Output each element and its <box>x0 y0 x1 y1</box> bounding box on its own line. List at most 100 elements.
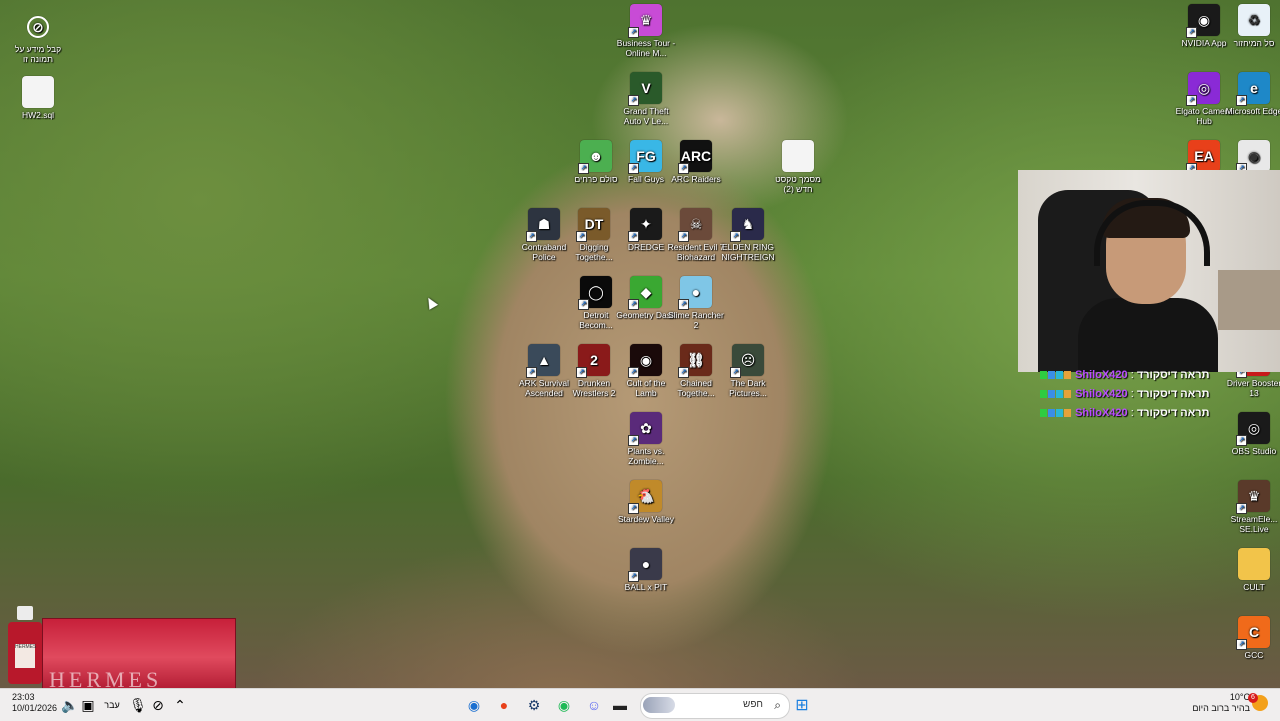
notifications-off-icon[interactable]: ⊘ <box>148 695 168 715</box>
chat-line: ShiloX420 : תראה דיסקורד <box>1040 386 1240 402</box>
text-file-icon <box>782 140 814 172</box>
desktop-icon-label: ELDEN RING NIGHTREIGN <box>721 242 775 262</box>
business-tour-icon: ♛ ↗ <box>628 4 662 38</box>
chat-badge-icon <box>1040 390 1047 399</box>
desktop-icon-label: Business Tour - Online M... <box>616 38 676 58</box>
promo-ad[interactable]: HERMES HERMES <box>0 606 236 692</box>
weather-widget[interactable]: 10°C בהיר ברוב היום <box>1190 692 1250 714</box>
digging-together-icon: DT ↗ <box>576 208 610 242</box>
chat-separator: : <box>1127 369 1137 381</box>
speaker-icon[interactable]: 🔈 <box>60 695 80 715</box>
desktop-icon-arc-raiders[interactable]: ARC ↗ ARC Raiders <box>666 140 726 184</box>
desktop-icon-label: The Dark Pictures... <box>729 378 767 398</box>
promo-card[interactable]: HERMES <box>42 618 236 692</box>
shortcut-arrow-icon: ↗ <box>1236 503 1247 514</box>
desktop-icon-dark-pictures[interactable]: ☹ ↗ The Dark Pictures... <box>718 344 778 398</box>
microphone-icon[interactable]: 🎙 <box>128 695 148 715</box>
shortcut-arrow-icon: ↗ <box>1236 639 1247 650</box>
edge-icon: e ↗ <box>1236 72 1270 106</box>
desktop-icon-slime-rancher-2[interactable]: ● ↗ Slime Rancher 2 <box>666 276 726 330</box>
desktop-icon-elden-ring[interactable]: ♞ ↗ ELDEN RING NIGHTREIGN <box>718 208 778 262</box>
taskbar-app-discord-icon[interactable]: ☺ <box>584 695 604 715</box>
info-compass-icon: ⊘ <box>27 16 49 38</box>
taskbar-app-spotify-icon[interactable]: ◉ <box>554 695 574 715</box>
desktop-icon-label: מסמך טקסט חדש (2) <box>775 174 821 194</box>
desktop-icon-ball-x-pit[interactable]: ● ↗ BALL x PIT <box>616 548 676 592</box>
shortcut-arrow-icon: ↗ <box>576 231 587 242</box>
chat-separator: : <box>1127 407 1137 419</box>
clock-time: 23:03 <box>12 692 35 702</box>
taskbar-clock[interactable]: 23:03 10/01/2026 <box>12 692 57 714</box>
desktop-icon-chained-together[interactable]: ⛓ ↗ Chained Togethe... <box>666 344 726 398</box>
desktop-icon-label: BALL x PIT <box>624 582 668 592</box>
perfume-bottle-image: HERMES <box>6 606 44 688</box>
shortcut-arrow-icon: ↗ <box>526 367 537 378</box>
chat-badge-icon <box>1056 409 1063 418</box>
fall-guys-icon: FG ↗ <box>628 140 662 174</box>
shortcut-arrow-icon: ↗ <box>678 231 689 242</box>
chat-badge-icon <box>1048 371 1055 380</box>
language-indicator[interactable]: עבר <box>100 695 124 715</box>
desktop-icon-digging-together[interactable]: DT ↗ Digging Togethe... <box>564 208 624 262</box>
desktop-icon-resident-evil-7[interactable]: ☠ ↗ Resident Evil 7 Biohazard <box>666 208 726 262</box>
shortcut-arrow-icon: ↗ <box>678 163 689 174</box>
windows-start-icon[interactable]: ⊞ <box>792 695 812 715</box>
chat-badge-icon <box>1040 371 1047 380</box>
folder-icon <box>1238 548 1270 580</box>
taskbar-app-terminal-icon[interactable]: ▬ <box>610 695 630 715</box>
slime-rancher-icon: ● ↗ <box>678 276 712 310</box>
ark-icon: ▲ ↗ <box>526 344 560 378</box>
chat-line: ShiloX420 : תראה דיסקורד <box>1040 367 1240 383</box>
desktop-icon-pvz[interactable]: ✿ ↗ Plants vs. Zombie... <box>616 412 676 466</box>
network-icon[interactable]: ▣ <box>78 695 98 715</box>
shortcut-arrow-icon: ↗ <box>628 27 639 38</box>
desktop-icon-gcc[interactable]: C ↗ GCC <box>1224 616 1280 660</box>
desktop-icon-label: Resident Evil 7 Biohazard <box>667 242 725 262</box>
desktop-icon-business-tour[interactable]: ♛ ↗ Business Tour - Online M... <box>616 4 676 58</box>
dark-pictures-icon: ☹ ↗ <box>730 344 764 378</box>
desktop-icon-new-text[interactable]: מסמך טקסט חדש (2) <box>768 140 828 194</box>
taskbar-app-ea-icon[interactable]: ● <box>494 695 514 715</box>
chat-line: ShiloX420 : תראה דיסקורד <box>1040 405 1240 421</box>
taskbar: 23:03 10/01/2026 🔈 ▣ עבר 🎙 ⊘ ⌃ ◉ ● ⚙ ◉ ☺… <box>0 688 1280 721</box>
desktop-icon-stardew[interactable]: 🐔 ↗ Stardew Valley <box>616 480 676 524</box>
desktop-icon-label: Grand Theft Auto V Le... <box>623 106 669 126</box>
shortcut-arrow-icon: ↗ <box>730 231 741 242</box>
weather-temperature: 10°C <box>1229 692 1250 702</box>
chevron-up-icon[interactable]: ⌃ <box>170 695 190 715</box>
desktop-icon-edge[interactable]: e ↗ Microsoft Edge <box>1224 72 1280 116</box>
shortcut-arrow-icon: ↗ <box>628 435 639 446</box>
search-icon: ⌕ <box>774 698 781 712</box>
shortcut-arrow-icon: ↗ <box>628 95 639 106</box>
chat-badge-icon <box>1056 371 1063 380</box>
taskbar-app-steam-icon[interactable]: ⚙ <box>524 695 544 715</box>
search-placeholder: חפש <box>743 699 763 710</box>
chat-message: תראה דיסקורד <box>1136 369 1210 381</box>
notification-count-badge[interactable]: 6 <box>1248 693 1258 703</box>
desktop-icon-gta5[interactable]: V ↗ Grand Theft Auto V Le... <box>616 72 676 126</box>
elden-ring-icon: ♞ ↗ <box>730 208 764 242</box>
desktop-icon-recycle-bin[interactable]: ♻ סל המיחזור <box>1224 4 1280 48</box>
desktop-icon-label: Stardew Valley <box>617 514 675 524</box>
chat-message: תראה דיסקורד <box>1136 388 1210 400</box>
shortcut-arrow-icon: ↗ <box>628 231 639 242</box>
webcam-overlay <box>1018 170 1280 372</box>
desktop-icon-streamelements[interactable]: ♛ ↗ StreamEle... SE.Live <box>1224 480 1280 534</box>
shortcut-arrow-icon: ↗ <box>578 299 589 310</box>
taskbar-search-box[interactable]: חפש ⌕ <box>640 693 790 719</box>
desktop-icon-hw2-sql[interactable]: HW2.sql <box>8 76 68 120</box>
taskbar-app-chrome-icon[interactable]: ◉ <box>464 695 484 715</box>
shortcut-arrow-icon: ↗ <box>730 367 741 378</box>
desktop-icon-cult-folder[interactable]: CULT <box>1224 548 1280 592</box>
search-highlight-image <box>643 697 675 713</box>
desktop-icon-about-this-image[interactable]: ⊘ קבל מידע על תמונה זו <box>8 10 68 64</box>
desktop-icon-label: ARC Raiders <box>671 174 721 184</box>
stardew-valley-icon: 🐔 ↗ <box>628 480 662 514</box>
shortcut-arrow-icon: ↗ <box>678 367 689 378</box>
perfume-cap <box>17 606 33 620</box>
desktop-icon-label: GCC <box>1244 650 1264 660</box>
shortcut-arrow-icon: ↗ <box>1186 27 1197 38</box>
recycle-bin-icon: ♻ <box>1238 4 1270 36</box>
desktop-icon-label: CULT <box>1243 582 1265 592</box>
desktop-icon-drunken-wrestlers[interactable]: 2 ↗ Drunken Wrestlers 2 <box>564 344 624 398</box>
